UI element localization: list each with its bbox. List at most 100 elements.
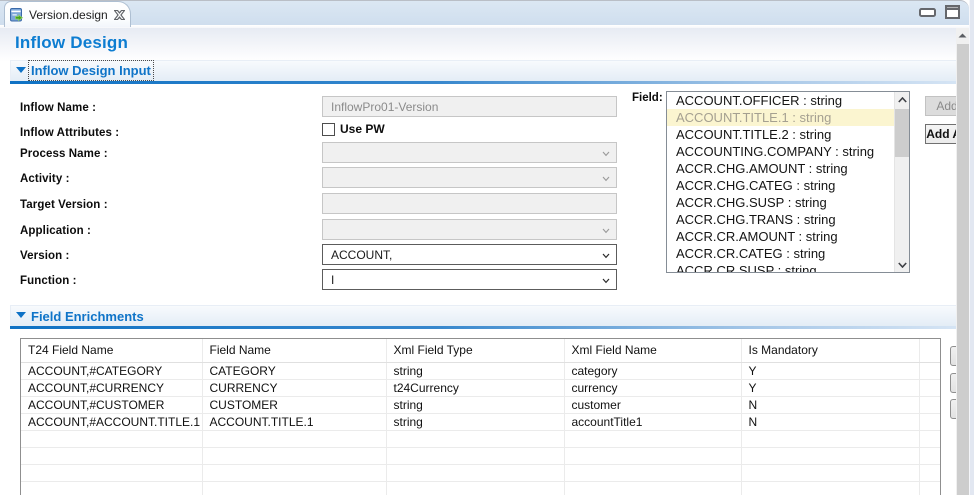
field-list-scrollbar-thumb[interactable] (895, 109, 910, 157)
table-side-button-2[interactable] (950, 373, 956, 393)
section-underline (10, 81, 956, 84)
list-item[interactable]: ACCR.CR.AMOUNT : string (667, 228, 909, 245)
version-combo[interactable]: ACCOUNT, (322, 244, 617, 265)
target-version-input[interactable] (322, 193, 617, 214)
tab-close-icon[interactable] (114, 10, 125, 20)
cell: ACCOUNT.TITLE.1 (202, 413, 386, 430)
chevron-down-icon (602, 150, 609, 157)
cell: Y (741, 379, 919, 396)
cell: CURRENCY (202, 379, 386, 396)
activity-combo[interactable] (322, 167, 617, 188)
col-header-xml-field-type[interactable]: Xml Field Type (386, 339, 564, 362)
cell: CUSTOMER (202, 396, 386, 413)
scroll-up-arrow-icon[interactable] (895, 92, 910, 107)
col-header-is-mandatory[interactable]: Is Mandatory (741, 339, 919, 362)
cell: ACCOUNT,#CURRENCY (21, 379, 202, 396)
list-item[interactable]: ACCOUNT.OFFICER : string (667, 92, 909, 109)
cell (919, 413, 940, 430)
section-inflow-design-input[interactable] (10, 60, 956, 81)
table-side-button-1[interactable] (950, 346, 956, 366)
add-button[interactable]: Add (925, 96, 956, 116)
cell: Y (741, 362, 919, 379)
cell: ACCOUNT,#CUSTOMER (21, 396, 202, 413)
list-item[interactable]: ACCR.CHG.AMOUNT : string (667, 160, 909, 177)
inflow-name-input[interactable]: InflowPro01-Version (322, 96, 617, 117)
list-item[interactable]: ACCR.CR.CATEG : string (667, 245, 909, 262)
list-item-highlighted[interactable]: ACCOUNT.TITLE.1 : string (667, 109, 909, 126)
cell: N (741, 413, 919, 430)
view-controls (919, 4, 960, 20)
maximize-icon[interactable] (945, 5, 960, 19)
application-combo[interactable] (322, 219, 617, 240)
label-target-version: Target Version : (20, 199, 108, 211)
chevron-down-icon (602, 277, 609, 284)
cell: ACCOUNT,#ACCOUNT.TITLE.1 (21, 413, 202, 430)
editor-window: Version.design Inflow Design Inflow Desi… (0, 0, 974, 495)
scroll-down-arrow-icon[interactable] (895, 257, 910, 272)
tab-version-design[interactable]: Version.design (4, 1, 131, 27)
section-collapse-icon[interactable] (16, 67, 26, 73)
minimize-icon[interactable] (919, 8, 936, 17)
cell: customer (564, 396, 741, 413)
section-title-field-enrichments[interactable]: Field Enrichments (31, 309, 144, 324)
design-file-icon (9, 7, 24, 23)
table-row[interactable]: ACCOUNT,#ACCOUNT.TITLE.1 ACCOUNT.TITLE.1… (21, 413, 940, 430)
editor-scrollbar-thumb[interactable] (957, 44, 969, 495)
list-item[interactable]: ACCOUNT.TITLE.2 : string (667, 126, 909, 143)
field-list-scrollbar[interactable] (894, 92, 909, 272)
table-empty-row[interactable] (21, 481, 940, 495)
label-activity: Activity : (20, 173, 70, 185)
col-header-field-name[interactable]: Field Name (202, 339, 386, 362)
section-underline (10, 326, 956, 329)
chevron-down-icon (602, 227, 609, 234)
label-function: Function : (20, 275, 77, 287)
list-item[interactable]: ACCR.CHG.SUSP : string (667, 194, 909, 211)
label-process-name: Process Name : (20, 148, 108, 160)
label-version: Version : (20, 250, 69, 262)
section-title-inflow-design-input[interactable]: Inflow Design Input (31, 63, 151, 78)
table-row[interactable]: ACCOUNT,#CURRENCY CURRENCY t24Currency c… (21, 379, 940, 396)
process-name-combo[interactable] (322, 142, 617, 163)
list-item[interactable]: ACCR.CHG.TRANS : string (667, 211, 909, 228)
list-item[interactable]: ACCOUNTING.COMPANY : string (667, 143, 909, 160)
col-header-spare (919, 339, 940, 362)
use-pw-checkbox[interactable] (322, 123, 335, 136)
table-side-button-3[interactable] (950, 399, 956, 419)
scroll-up-arrow-icon[interactable] (956, 28, 969, 43)
section-collapse-icon[interactable] (16, 312, 26, 318)
table-header-row: T24 Field Name Field Name Xml Field Type… (21, 339, 940, 362)
label-application: Application : (20, 225, 91, 237)
col-header-xml-field-name[interactable]: Xml Field Name (564, 339, 741, 362)
label-inflow-attributes: Inflow Attributes : (20, 127, 119, 139)
table-empty-row[interactable] (21, 430, 940, 447)
table-empty-row[interactable] (21, 464, 940, 481)
function-combo[interactable]: I (322, 269, 617, 290)
field-enrichments-table: T24 Field Name Field Name Xml Field Type… (20, 338, 941, 495)
page-title: Inflow Design (15, 33, 128, 53)
version-value: ACCOUNT, (331, 248, 392, 262)
editor-vertical-scrollbar[interactable] (956, 28, 969, 495)
cell (919, 396, 940, 413)
cell: category (564, 362, 741, 379)
inflow-name-value: InflowPro01-Version (331, 100, 438, 114)
tab-title: Version.design (29, 8, 108, 22)
col-header-t24-field-name[interactable]: T24 Field Name (21, 339, 202, 362)
list-item[interactable]: ACCR.CR.SUSP : string (667, 262, 909, 273)
add-all-button[interactable]: Add All (925, 124, 956, 144)
field-list-label: Field: (632, 92, 663, 104)
table-row[interactable]: ACCOUNT,#CATEGORY CATEGORY string catego… (21, 362, 940, 379)
cell: string (386, 396, 564, 413)
use-pw-checkbox-row: Use PW (322, 122, 385, 136)
cell: accountTitle1 (564, 413, 741, 430)
table-row[interactable]: ACCOUNT,#CUSTOMER CUSTOMER string custom… (21, 396, 940, 413)
section-field-enrichments[interactable] (10, 305, 956, 326)
list-item[interactable]: ACCR.CHG.CATEG : string (667, 177, 909, 194)
table-empty-row[interactable] (21, 447, 940, 464)
cell: N (741, 396, 919, 413)
field-list[interactable]: ACCOUNT.OFFICER : string ACCOUNT.TITLE.1… (666, 91, 910, 273)
cell: t24Currency (386, 379, 564, 396)
label-inflow-name: Inflow Name : (20, 102, 96, 114)
cell: currency (564, 379, 741, 396)
window-edge-strip (969, 0, 974, 495)
form-editor-body: Inflow Design Inflow Design Input Inflow… (0, 28, 956, 495)
